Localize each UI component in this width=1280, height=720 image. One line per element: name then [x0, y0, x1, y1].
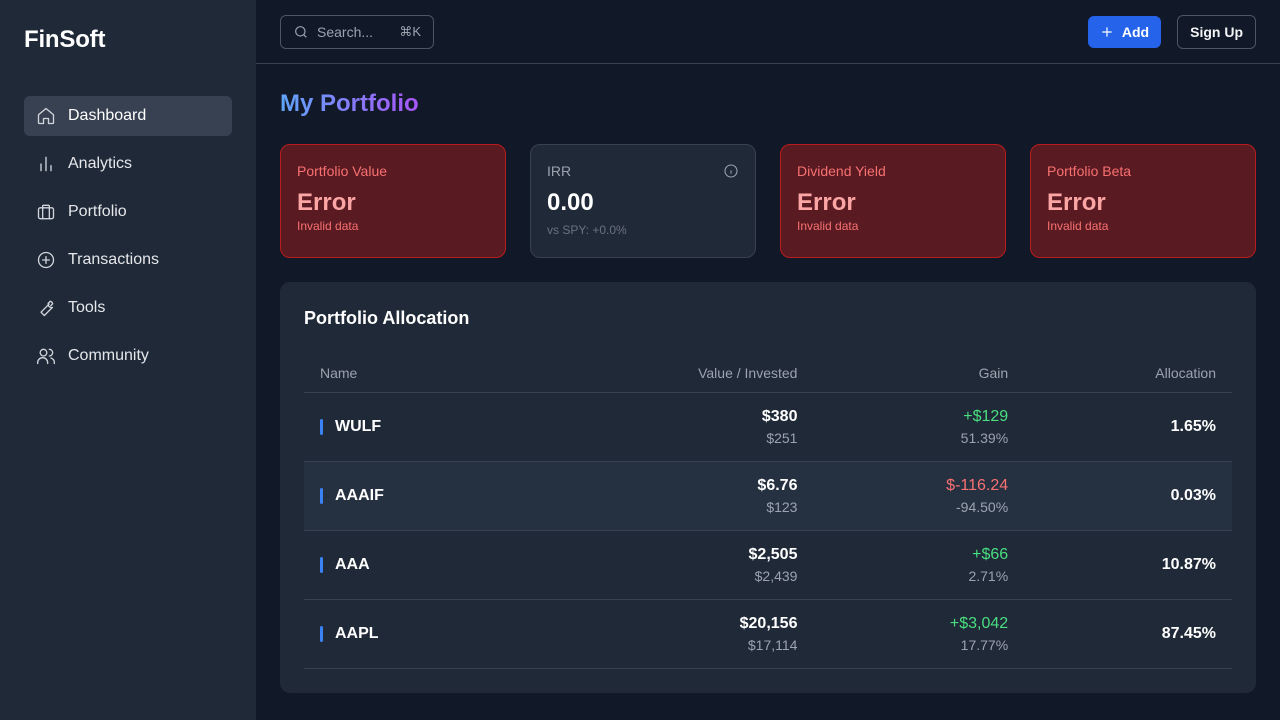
card-sub: vs SPY: +0.0% [547, 223, 627, 237]
sidebar-item-label: Analytics [68, 155, 133, 172]
holding-invested: $17,114 [747, 636, 798, 653]
portfolio-allocation-panel: Portfolio Allocation Name Value / Invest… [280, 282, 1256, 693]
ticker-name: AAAIF [335, 486, 384, 504]
ticker-name: AAA [335, 555, 370, 573]
search-icon [293, 24, 309, 40]
home-icon [36, 106, 56, 126]
sidebar-item-label: Community [68, 347, 149, 364]
card-value: Error [1047, 189, 1106, 216]
card-portfolio-value: Portfolio Value Error Invalid data [280, 144, 506, 258]
holding-gain-pct: -94.50% [956, 498, 1009, 515]
wrench-icon [36, 298, 56, 318]
holding-gain-pct: 51.39% [960, 429, 1009, 446]
holding-value: $20,156 [739, 614, 798, 632]
allocation-table: Name Value / Invested Gain Allocation WU… [304, 354, 1232, 669]
holding-value: $380 [761, 407, 798, 425]
search-placeholder: Search... [317, 23, 374, 40]
info-icon[interactable] [723, 163, 739, 179]
top-actions: Add Sign Up [1087, 14, 1256, 49]
card-sub: Invalid data [1047, 219, 1109, 233]
holding-invested: $123 [766, 498, 798, 515]
holding-allocation: 0.03% [1024, 461, 1232, 531]
briefcase-icon [36, 202, 56, 222]
holding-invested: $251 [766, 429, 798, 446]
card-value: Error [297, 189, 356, 216]
sidebar-item-analytics[interactable]: Analytics [24, 144, 232, 184]
column-header-name[interactable]: Name [304, 354, 519, 393]
users-icon [36, 346, 56, 366]
column-header-gain[interactable]: Gain [813, 354, 1025, 393]
sidebar-item-community[interactable]: Community [24, 336, 232, 376]
card-value: 0.00 [547, 189, 594, 216]
card-label: Portfolio Value [297, 163, 388, 179]
holding-gain: $-116.24 [946, 476, 1009, 494]
card-dividend-yield: Dividend Yield Error Invalid data [780, 144, 1006, 258]
allocation-title: Portfolio Allocation [304, 308, 470, 328]
card-label: Portfolio Beta [1047, 163, 1132, 179]
holding-gain-pct: 17.77% [960, 636, 1009, 653]
card-portfolio-beta: Portfolio Beta Error Invalid data [1030, 144, 1256, 258]
sidebar-nav: Dashboard Analytics Portfolio Transactio… [24, 96, 232, 376]
plus-icon [1100, 25, 1114, 39]
ticker-name: AAPL [335, 624, 379, 642]
add-button-label: Add [1121, 23, 1150, 40]
sidebar-item-portfolio[interactable]: Portfolio [24, 192, 232, 232]
search-input[interactable]: Search... ⌘K [280, 14, 434, 49]
page-title: My Portfolio [280, 88, 419, 120]
table-row[interactable]: AAPL $20,156 $17,114 +$3,042 17.77% 87.45% [304, 599, 1232, 669]
sidebar-item-label: Tools [68, 299, 106, 316]
plus-circle-icon [36, 250, 56, 270]
card-irr: IRR 0.00 vs SPY: +0.0% [530, 144, 756, 258]
holding-allocation: 1.65% [1024, 392, 1232, 462]
sidebar-item-label: Transactions [68, 251, 159, 268]
holding-invested: $2,439 [754, 567, 798, 584]
card-label: Dividend Yield [797, 163, 886, 179]
card-sub: Invalid data [297, 219, 359, 233]
holding-allocation: 87.45% [1024, 599, 1232, 669]
topbar: Search... ⌘K Add Sign Up [256, 0, 1280, 64]
sidebar-item-transactions[interactable]: Transactions [24, 240, 232, 280]
holding-value: $2,505 [748, 545, 798, 563]
table-row[interactable]: AAAIF $6.76 $123 $-116.24 -94.50% 0.03% [304, 461, 1232, 531]
card-label: IRR [547, 163, 572, 179]
sidebar: FinSoft Dashboard Analytics Portfolio Tr… [0, 0, 256, 720]
add-button[interactable]: Add [1087, 15, 1162, 48]
ticker-color-bar [320, 418, 323, 435]
column-header-value[interactable]: Value / Invested [518, 354, 814, 393]
bar-chart-icon [36, 154, 56, 174]
ticker-name: WULF [335, 417, 382, 435]
holding-gain: +$66 [972, 545, 1009, 563]
sidebar-item-dashboard[interactable]: Dashboard [24, 96, 232, 136]
app-logo[interactable]: FinSoft [24, 24, 232, 56]
holding-gain: +$3,042 [949, 614, 1009, 632]
metric-cards: Portfolio Value Error Invalid data IRR 0… [280, 144, 1256, 258]
card-value: Error [797, 189, 856, 216]
table-header-row: Name Value / Invested Gain Allocation [304, 354, 1232, 393]
ticker-color-bar [320, 625, 323, 642]
main-area: Search... ⌘K Add Sign Up My Portfolio Po… [256, 0, 1280, 720]
ticker-color-bar [320, 556, 323, 573]
column-header-allocation[interactable]: Allocation [1024, 354, 1232, 393]
card-sub: Invalid data [797, 219, 859, 233]
app-root: FinSoft Dashboard Analytics Portfolio Tr… [0, 0, 1280, 720]
content: My Portfolio Portfolio Value Error Inval… [256, 64, 1280, 717]
holding-value: $6.76 [757, 476, 798, 494]
table-row[interactable]: WULF $380 $251 +$129 51.39% 1.65% [304, 392, 1232, 462]
sidebar-item-tools[interactable]: Tools [24, 288, 232, 328]
table-row[interactable]: AAA $2,505 $2,439 +$66 2.71% 10.87% [304, 530, 1232, 600]
holding-gain-pct: 2.71% [968, 567, 1009, 584]
sign-up-button[interactable]: Sign Up [1177, 14, 1256, 49]
ticker-color-bar [320, 487, 323, 504]
sidebar-item-label: Portfolio [68, 203, 127, 220]
holding-gain: +$129 [963, 407, 1009, 425]
sidebar-item-label: Dashboard [68, 107, 147, 124]
search-shortcut: ⌘K [399, 23, 421, 39]
holding-allocation: 10.87% [1024, 530, 1232, 600]
